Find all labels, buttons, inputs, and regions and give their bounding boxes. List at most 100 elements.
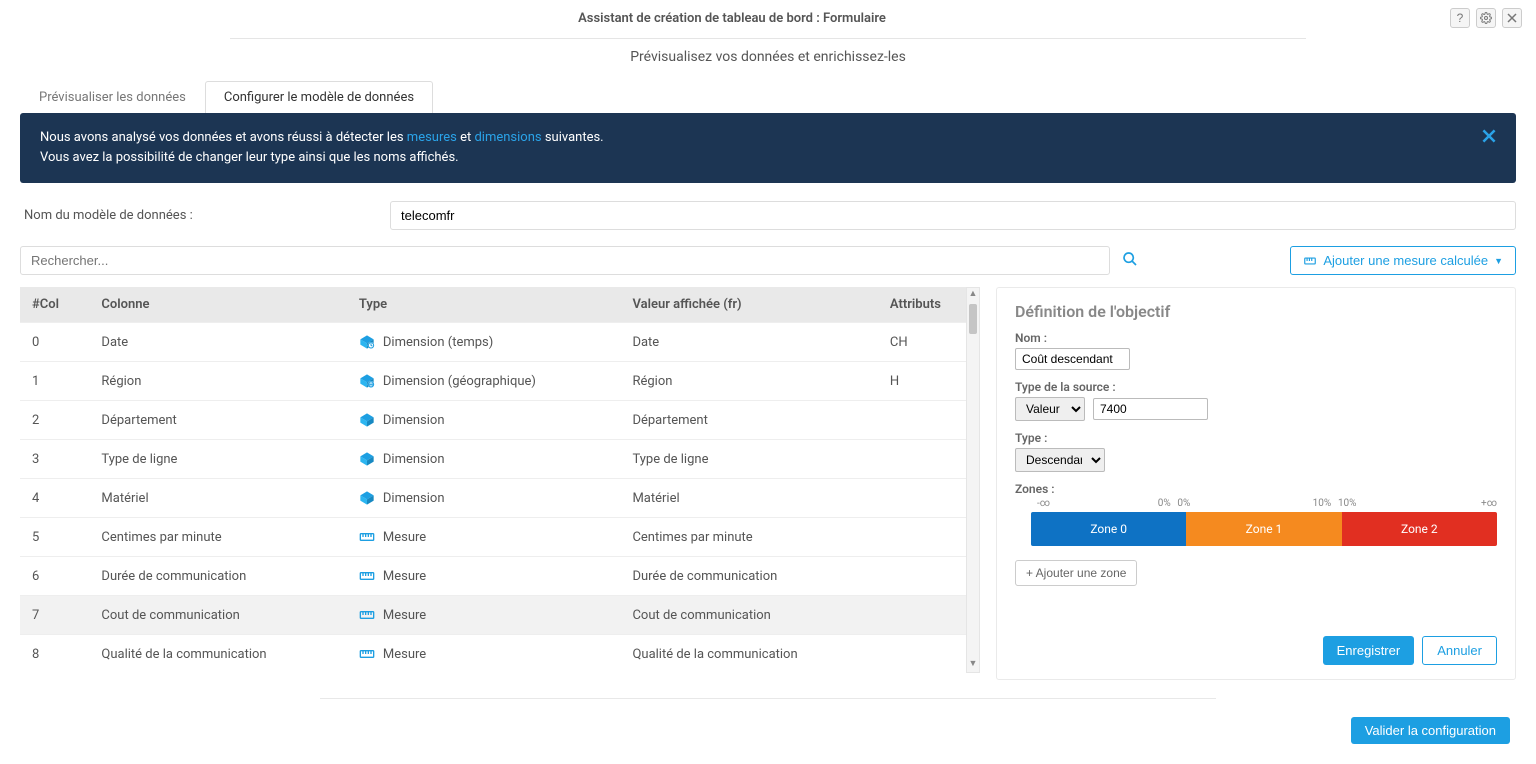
settings-button[interactable] (1476, 8, 1496, 28)
cell-column: Centimes par minute (89, 518, 346, 557)
cell-idx: 0 (20, 323, 89, 362)
scroll-down-icon[interactable]: ▼ (967, 658, 979, 672)
validate-config-button[interactable]: Valider la configuration (1351, 717, 1510, 744)
zone-0[interactable]: Zone 0 (1031, 512, 1186, 546)
link-dimensions[interactable]: dimensions (474, 130, 541, 145)
tick-0b: 0% (1177, 498, 1190, 509)
cell-attrs (878, 479, 980, 518)
scroll-thumb[interactable] (969, 304, 977, 334)
banner-close[interactable] (1482, 127, 1496, 147)
cell-attrs (878, 596, 980, 635)
table-row[interactable]: 5Centimes par minuteMesureCentimes par m… (20, 518, 980, 557)
tick-neginf: -∞ (1037, 498, 1050, 509)
add-calculated-measure-button[interactable]: Ajouter une mesure calculée ▼ (1290, 246, 1516, 275)
cell-type: Dimension (347, 440, 621, 479)
banner-line2: Vous avez la possibilité de changer leur… (40, 149, 604, 167)
banner-text: Nous avons analysé vos données et avons … (40, 130, 407, 145)
cell-idx: 3 (20, 440, 89, 479)
cell-attrs (878, 518, 980, 557)
cell-displayed: Date (620, 323, 877, 362)
cell-idx: 5 (20, 518, 89, 557)
tab-preview[interactable]: Prévisualiser les données (20, 81, 205, 113)
cell-type: Mesure (347, 518, 621, 557)
source-type-label: Type de la source : (1015, 380, 1497, 394)
measure-icon (1303, 254, 1317, 268)
cell-column: Date (89, 323, 346, 362)
cube-icon (359, 412, 375, 428)
tick-10a: 10% (1313, 498, 1332, 509)
table-row[interactable]: 8Qualité de la communicationMesureQualit… (20, 635, 980, 674)
cell-displayed: Type de ligne (620, 440, 877, 479)
cell-type: Dimension (géographique) (347, 362, 621, 401)
zone-2[interactable]: Zone 2 (1342, 512, 1497, 546)
add-zone-button[interactable]: + Ajouter une zone (1015, 560, 1137, 586)
scroll-up-icon[interactable]: ▲ (967, 288, 979, 302)
table-row[interactable]: 4MatérielDimensionMatériel (20, 479, 980, 518)
tab-configure[interactable]: Configurer le modèle de données (205, 81, 433, 113)
page-title: Assistant de création de tableau de bord… (14, 11, 1450, 26)
zones-label: Zones : (1015, 482, 1497, 496)
cancel-button[interactable]: Annuler (1422, 636, 1497, 665)
cube-icon (359, 451, 375, 467)
table-row[interactable]: 0DateDimension (temps)DateCH (20, 323, 980, 362)
cell-displayed: Cout de communication (620, 596, 877, 635)
cell-attrs (878, 401, 980, 440)
page-subtitle: Prévisualisez vos données et enrichissez… (0, 49, 1536, 65)
divider (320, 698, 1216, 699)
table-header-row: #Col Colonne Type Valeur affichée (fr) A… (20, 287, 980, 323)
table-row[interactable]: 1RégionDimension (géographique)RégionH (20, 362, 980, 401)
cell-displayed: Matériel (620, 479, 877, 518)
gear-icon (1480, 12, 1492, 24)
cell-idx: 2 (20, 401, 89, 440)
th-attrs: Attributs (878, 287, 980, 323)
source-value-input[interactable] (1093, 398, 1208, 420)
ruler-icon (359, 529, 375, 545)
cell-column: Qualité de la communication (89, 635, 346, 674)
th-col: #Col (20, 287, 89, 323)
cell-type: Mesure (347, 596, 621, 635)
tick-10b: 10% (1338, 498, 1357, 509)
th-displayed: Valeur affichée (fr) (620, 287, 877, 323)
type-label: Type : (1015, 431, 1497, 445)
cell-type: Dimension (temps) (347, 323, 621, 362)
zone-1[interactable]: Zone 1 (1186, 512, 1341, 546)
search-icon[interactable] (1122, 251, 1138, 271)
objective-name-input[interactable] (1015, 348, 1130, 370)
cube-icon (359, 490, 375, 506)
cell-attrs: H (878, 362, 980, 401)
close-button[interactable] (1502, 8, 1522, 28)
cell-attrs (878, 557, 980, 596)
table-row[interactable]: 3Type de ligneDimensionType de ligne (20, 440, 980, 479)
th-type: Type (347, 287, 621, 323)
objective-type-select[interactable]: Descendant (1015, 448, 1105, 472)
source-type-select[interactable]: Valeur (1015, 397, 1085, 421)
search-input[interactable] (20, 246, 1110, 275)
cell-idx: 6 (20, 557, 89, 596)
save-button[interactable]: Enregistrer (1323, 636, 1415, 665)
scrollbar[interactable]: ▲ ▼ (966, 287, 980, 673)
help-button[interactable]: ? (1450, 8, 1470, 28)
link-measures[interactable]: mesures (407, 130, 457, 145)
cell-displayed: Centimes par minute (620, 518, 877, 557)
table-row[interactable]: 7Cout de communicationMesureCout de comm… (20, 596, 980, 635)
info-banner: Nous avons analysé vos données et avons … (20, 113, 1516, 183)
cell-type: Dimension (347, 479, 621, 518)
cell-displayed: Département (620, 401, 877, 440)
ruler-icon (359, 568, 375, 584)
cell-column: Département (89, 401, 346, 440)
cube-icon (359, 334, 375, 350)
table-row[interactable]: 2DépartementDimensionDépartement (20, 401, 980, 440)
cube-icon (359, 373, 375, 389)
cell-attrs: CH (878, 323, 980, 362)
cell-type: Dimension (347, 401, 621, 440)
objective-panel: Définition de l'objectif Nom : Type de l… (996, 287, 1516, 680)
cell-idx: 1 (20, 362, 89, 401)
cell-idx: 8 (20, 635, 89, 674)
banner-line1: Nous avons analysé vos données et avons … (40, 129, 604, 147)
tab-bar: Prévisualiser les données Configurer le … (20, 81, 1516, 113)
model-name-input[interactable] (390, 201, 1516, 230)
cell-idx: 4 (20, 479, 89, 518)
cell-column: Matériel (89, 479, 346, 518)
table-row[interactable]: 6Durée de communicationMesureDurée de co… (20, 557, 980, 596)
banner-text-end: suivantes. (542, 130, 604, 145)
